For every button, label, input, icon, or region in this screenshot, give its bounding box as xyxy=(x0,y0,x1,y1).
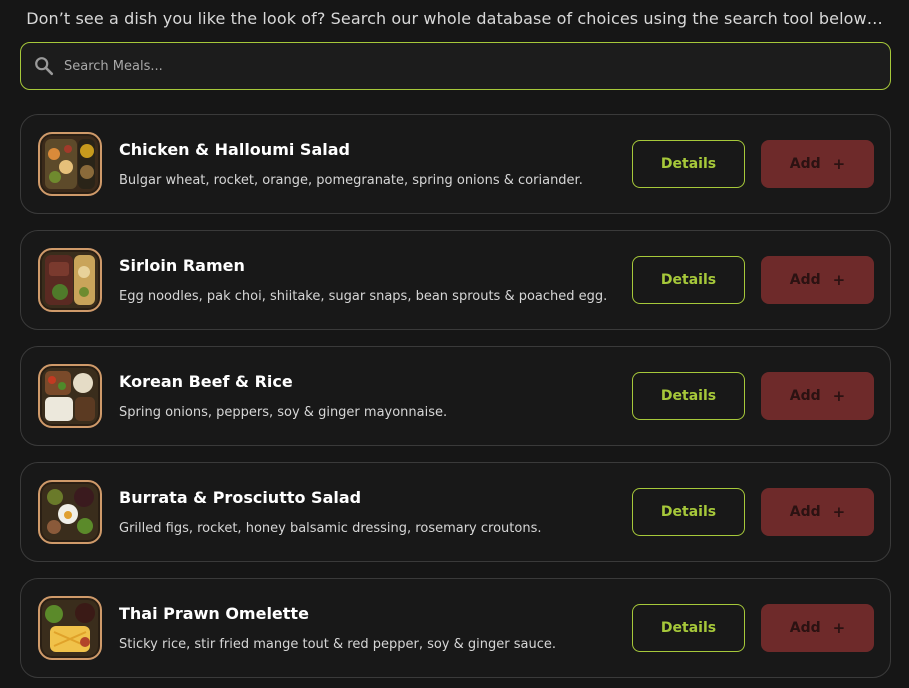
details-button[interactable]: Details xyxy=(632,256,745,304)
meal-image xyxy=(38,248,102,312)
add-button-label: Add xyxy=(789,504,821,520)
search-icon xyxy=(20,43,68,89)
meal-image xyxy=(38,596,102,660)
add-button-label: Add xyxy=(789,272,821,288)
add-button[interactable]: Add + xyxy=(761,140,874,188)
meal-description: Spring onions, peppers, soy & ginger may… xyxy=(119,405,448,420)
plus-icon: + xyxy=(832,619,846,637)
search-input[interactable] xyxy=(64,58,844,74)
meal-image xyxy=(38,132,102,196)
add-button-label: Add xyxy=(789,156,821,172)
add-button[interactable]: Add + xyxy=(761,372,874,420)
meal-card: Thai Prawn Omelette Sticky rice, stir fr… xyxy=(20,578,891,678)
meal-card: Burrata & Prosciutto Salad Grilled figs,… xyxy=(20,462,891,562)
meal-image xyxy=(38,480,102,544)
meal-title: Korean Beef & Rice xyxy=(119,372,293,391)
meal-card: Chicken & Halloumi Salad Bulgar wheat, r… xyxy=(20,114,891,214)
add-button[interactable]: Add + xyxy=(761,256,874,304)
meal-title: Thai Prawn Omelette xyxy=(119,604,309,623)
details-button[interactable]: Details xyxy=(632,604,745,652)
plus-icon: + xyxy=(832,387,846,405)
add-button[interactable]: Add + xyxy=(761,488,874,536)
details-button[interactable]: Details xyxy=(632,140,745,188)
plus-icon: + xyxy=(832,503,846,521)
plus-icon: + xyxy=(832,271,846,289)
add-button[interactable]: Add + xyxy=(761,604,874,652)
meal-title: Sirloin Ramen xyxy=(119,256,245,275)
add-button-label: Add xyxy=(789,620,821,636)
meal-description: Sticky rice, stir fried mange tout & red… xyxy=(119,637,556,652)
details-button[interactable]: Details xyxy=(632,372,745,420)
meal-title: Burrata & Prosciutto Salad xyxy=(119,488,362,507)
add-button-label: Add xyxy=(789,388,821,404)
meal-image xyxy=(38,364,102,428)
meal-description: Egg noodles, pak choi, shiitake, sugar s… xyxy=(119,289,608,304)
details-button[interactable]: Details xyxy=(632,488,745,536)
intro-text: Don’t see a dish you like the look of? S… xyxy=(26,9,883,28)
meal-description: Bulgar wheat, rocket, orange, pomegranat… xyxy=(119,173,583,188)
search-bar[interactable] xyxy=(20,42,891,90)
meal-description: Grilled figs, rocket, honey balsamic dre… xyxy=(119,521,542,536)
meal-title: Chicken & Halloumi Salad xyxy=(119,140,350,159)
meal-card: Sirloin Ramen Egg noodles, pak choi, shi… xyxy=(20,230,891,330)
meal-card: Korean Beef & Rice Spring onions, pepper… xyxy=(20,346,891,446)
plus-icon: + xyxy=(832,155,846,173)
